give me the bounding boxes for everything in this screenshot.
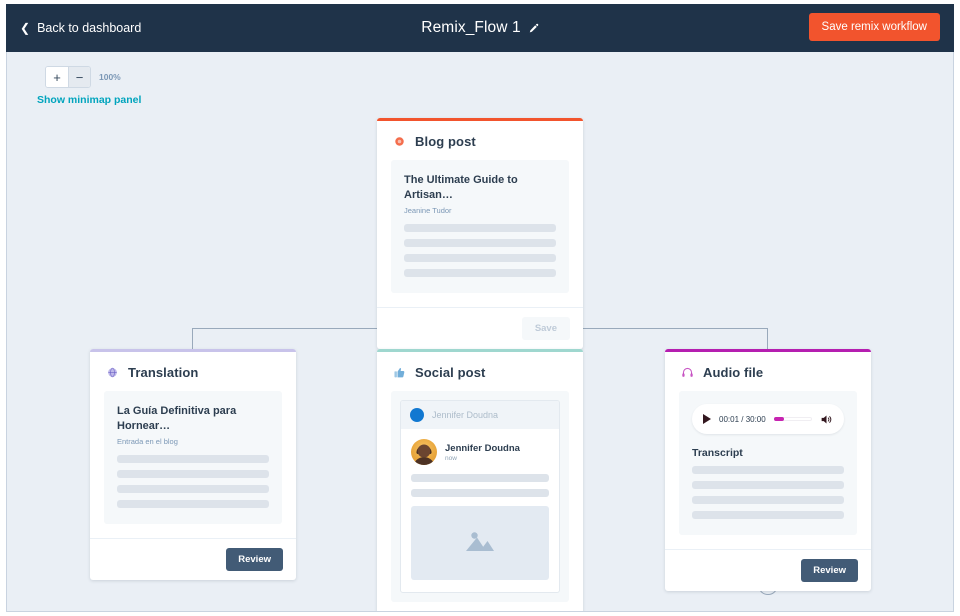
social-post-content: Jennifer Doudna now xyxy=(401,429,559,592)
skeleton-line xyxy=(117,484,269,493)
zoom-in-button[interactable]: + xyxy=(46,67,68,87)
card-header: Audio file xyxy=(665,352,871,391)
skeleton-line xyxy=(117,499,269,508)
translation-doc-subtitle: Entrada en el blog xyxy=(117,436,178,446)
social-author-row: Jennifer Doudna now xyxy=(411,439,549,465)
skeleton-line xyxy=(404,223,556,232)
card-title: Audio file xyxy=(703,365,764,380)
social-channel-name: Jennifer Doudna xyxy=(432,410,499,420)
audio-player[interactable]: 00:01 / 30:00 xyxy=(692,404,844,434)
image-placeholder xyxy=(411,506,549,580)
card-body: The Ultimate Guide to Artisan… Jeanine T… xyxy=(377,160,583,307)
pencil-icon[interactable] xyxy=(528,23,539,34)
card-header: Blog post xyxy=(377,121,583,160)
thumbs-up-icon xyxy=(393,366,406,379)
card-audio-file[interactable]: Audio file 00:01 / 30:00 Transcript Revi… xyxy=(665,349,871,591)
connector-vertical-audio xyxy=(767,328,769,350)
transcript-heading: Transcript xyxy=(692,447,743,459)
remix-flow-app: ❮ Back to dashboard Remix_Flow 1 Save re… xyxy=(0,0,960,616)
card-translation[interactable]: Translation La Guía Definitiva para Horn… xyxy=(90,349,296,580)
skeleton-line xyxy=(117,469,269,478)
social-channel-bar: Jennifer Doudna xyxy=(401,401,559,429)
audio-time-display: 00:01 / 30:00 xyxy=(719,414,766,424)
volume-icon[interactable] xyxy=(820,413,833,426)
skeleton-line xyxy=(404,238,556,247)
card-footer: Save xyxy=(377,306,583,349)
audio-review-button[interactable]: Review xyxy=(801,559,858,582)
skeleton-line xyxy=(117,454,269,463)
chevron-left-icon: ❮ xyxy=(20,21,31,35)
skeleton-line xyxy=(692,511,844,519)
social-channel-avatar-icon xyxy=(410,408,424,422)
social-post-preview: Jennifer Doudna Jennifer Doudna now xyxy=(400,400,560,593)
audio-progress-fill xyxy=(773,417,785,421)
translation-preview-panel: La Guía Definitiva para Hornear… Entrada… xyxy=(104,391,282,524)
skeleton-line xyxy=(692,466,844,474)
social-skeleton-lines xyxy=(411,474,549,497)
card-title: Blog post xyxy=(415,134,476,149)
card-footer: Review xyxy=(90,537,296,580)
workflow-canvas[interactable]: + − 100% Show minimap panel + + + xyxy=(6,52,954,612)
card-header: Social post xyxy=(377,352,583,391)
social-author-name: Jennifer Doudna xyxy=(445,442,520,454)
image-placeholder-icon xyxy=(463,528,497,559)
card-title: Social post xyxy=(415,365,486,380)
play-icon[interactable] xyxy=(703,414,711,424)
zoom-out-button[interactable]: − xyxy=(68,67,90,87)
blog-save-button[interactable]: Save xyxy=(521,316,570,340)
skeleton-line xyxy=(692,481,844,489)
card-body: La Guía Definitiva para Hornear… Entrada… xyxy=(90,391,296,538)
zoom-button-group: + − xyxy=(45,66,91,88)
avatar xyxy=(411,439,437,465)
blog-skeleton-lines xyxy=(404,223,556,277)
audio-preview-panel: 00:01 / 30:00 Transcript xyxy=(679,391,857,535)
back-to-dashboard-label: Back to dashboard xyxy=(37,21,142,35)
card-body: Jennifer Doudna Jennifer Doudna now xyxy=(377,391,583,611)
skeleton-line xyxy=(404,253,556,262)
audio-progress-slider[interactable] xyxy=(773,417,812,421)
skeleton-line xyxy=(411,474,549,482)
card-blog-post[interactable]: Blog post The Ultimate Guide to Artisan…… xyxy=(377,118,583,349)
show-minimap-panel-link[interactable]: Show minimap panel xyxy=(37,94,141,106)
skeleton-line xyxy=(404,268,556,277)
page-title: Remix_Flow 1 xyxy=(421,19,521,36)
translation-review-button[interactable]: Review xyxy=(226,547,283,571)
audio-skeleton-lines xyxy=(692,466,844,519)
card-title: Translation xyxy=(128,365,199,380)
zoom-controls: + − 100% xyxy=(45,66,121,88)
blog-doc-author: Jeanine Tudor xyxy=(404,205,452,215)
skeleton-line xyxy=(692,496,844,504)
save-remix-workflow-button[interactable]: Save remix workflow xyxy=(808,13,940,41)
skeleton-line xyxy=(411,489,549,497)
translation-skeleton-lines xyxy=(117,454,269,508)
card-footer: Review xyxy=(665,549,871,591)
social-timestamp: now xyxy=(445,454,457,462)
blog-preview-panel: The Ultimate Guide to Artisan… Jeanine T… xyxy=(391,160,569,293)
headphones-icon xyxy=(681,366,694,379)
card-header: Translation xyxy=(90,352,296,391)
connector-vertical-translation xyxy=(192,328,194,350)
social-author-meta: Jennifer Doudna now xyxy=(445,443,520,462)
back-to-dashboard-link[interactable]: ❮ Back to dashboard xyxy=(20,21,141,35)
blog-post-icon xyxy=(393,135,406,148)
top-bar: ❮ Back to dashboard Remix_Flow 1 Save re… xyxy=(6,4,954,52)
card-body: 00:01 / 30:00 Transcript xyxy=(665,391,871,549)
social-preview-panel: Jennifer Doudna Jennifer Doudna now xyxy=(391,391,569,602)
card-social-post[interactable]: Social post Jennifer Doudna Jennifer Dou… xyxy=(377,349,583,611)
blog-doc-title: The Ultimate Guide to Artisan… xyxy=(404,174,518,201)
translate-globe-icon xyxy=(106,366,119,379)
translation-doc-title: La Guía Definitiva para Hornear… xyxy=(117,405,237,432)
zoom-level-label: 100% xyxy=(99,72,121,82)
